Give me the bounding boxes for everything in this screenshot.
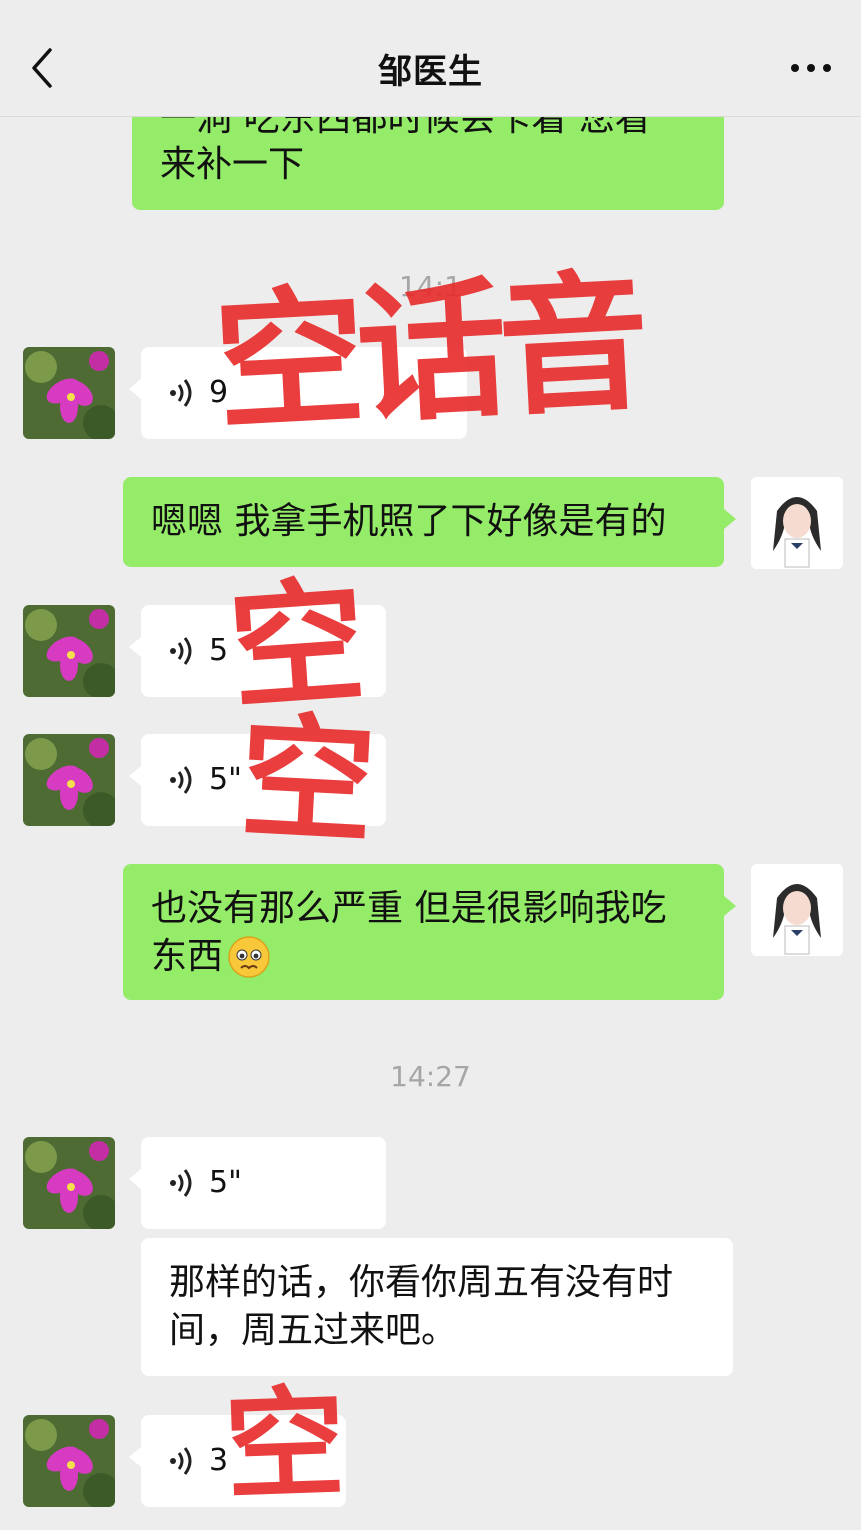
message-text: 间，周五过来吧。 — [169, 1310, 458, 1351]
voice-wave-icon — [170, 766, 192, 794]
anime-girl-avatar-image — [751, 864, 843, 956]
more-button[interactable] — [787, 54, 835, 82]
flower-avatar-image — [23, 734, 115, 826]
voice-duration: 5 — [209, 633, 229, 668]
voice-duration: 5" — [209, 762, 242, 797]
voice-wave-icon — [170, 637, 192, 665]
message-text: 那样的话，你看你周五有没有时 — [169, 1262, 674, 1303]
flower-avatar-image — [23, 1415, 115, 1507]
worried-face-emoji-icon — [228, 936, 270, 978]
message-text: 来补一下 — [160, 144, 305, 185]
my-avatar[interactable] — [751, 477, 843, 569]
doctor-avatar[interactable] — [23, 605, 115, 697]
flower-avatar-image — [23, 605, 115, 697]
chat-area: 一洞 吃东西都时候会卡着 您看 来补一下 14:1 9 嗯嗯 我拿手机照了下好像… — [0, 0, 861, 1530]
doctor-avatar[interactable] — [23, 734, 115, 826]
my-avatar[interactable] — [751, 864, 843, 956]
voice-message[interactable]: 5" — [129, 734, 386, 826]
voice-duration: 5" — [209, 1165, 242, 1200]
voice-duration: 3 — [209, 1443, 229, 1478]
doctor-avatar[interactable] — [23, 1415, 115, 1507]
flower-avatar-image — [23, 1137, 115, 1229]
voice-message[interactable]: 9 — [129, 347, 467, 439]
voice-message[interactable]: 3 — [129, 1415, 346, 1507]
sent-message-bubble[interactable]: 也没有那么严重 但是很影响我吃 东西 — [123, 864, 736, 1000]
received-message-bubble[interactable]: 那样的话，你看你周五有没有时 间，周五过来吧。 — [141, 1238, 733, 1376]
voice-wave-icon — [170, 379, 192, 407]
chat-header: 邹医生 — [0, 0, 861, 117]
doctor-avatar[interactable] — [23, 1137, 115, 1229]
voice-duration: 9 — [209, 375, 229, 410]
timestamp: 14:1 — [399, 270, 462, 303]
message-text: 东西 — [151, 936, 224, 977]
more-dots-icon — [791, 64, 831, 72]
sent-message-bubble[interactable]: 嗯嗯 我拿手机照了下好像是有的 — [123, 477, 736, 567]
timestamp: 14:27 — [390, 1060, 471, 1093]
flower-avatar-image — [23, 347, 115, 439]
voice-wave-icon — [170, 1169, 192, 1197]
message-text: 也没有那么严重 但是很影响我吃 — [151, 888, 667, 929]
voice-message[interactable]: 5" — [129, 1137, 386, 1229]
doctor-avatar[interactable] — [23, 347, 115, 439]
voice-wave-icon — [170, 1447, 192, 1475]
anime-girl-avatar-image — [751, 477, 843, 569]
voice-message[interactable]: 5 — [129, 605, 386, 697]
chat-title: 邹医生 — [378, 52, 483, 92]
message-text: 嗯嗯 我拿手机照了下好像是有的 — [151, 501, 667, 542]
